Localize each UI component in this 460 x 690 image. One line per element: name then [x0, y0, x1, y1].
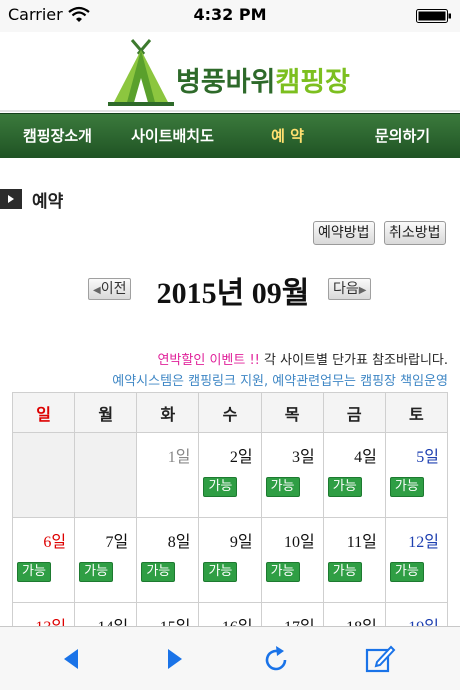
- nav-contact[interactable]: 문의하기: [345, 114, 460, 158]
- calendar-empty-cell: [11, 432, 76, 518]
- next-month-label: 다음: [333, 281, 359, 297]
- calendar-week-row: 6일 가능 7일 가능 8일 가능 9일 가능 10일 가능 11일 가능 12일 가능: [11, 517, 449, 603]
- event-label: 연박할인 이벤트 !!: [157, 353, 260, 368]
- day-number: 12일: [408, 534, 439, 551]
- day-number: 10일: [283, 534, 315, 551]
- weekday-header-row: 일 월 화 수 목 금 토: [11, 392, 449, 433]
- weekday-thu: 목: [260, 392, 324, 433]
- available-button[interactable]: 가능: [79, 562, 114, 582]
- weekday-wed: 수: [198, 392, 262, 433]
- day-number: 3일: [291, 449, 315, 466]
- how-to-reserve-button[interactable]: 예약방법: [313, 221, 375, 245]
- section-title: 예약: [32, 191, 64, 212]
- calendar-day-cell: 8일가능: [136, 517, 200, 603]
- day-number: 11일: [346, 534, 377, 551]
- weekday-sat: 토: [384, 392, 449, 433]
- reload-icon[interactable]: [260, 643, 292, 675]
- calendar-day-cell: 4일가능: [322, 432, 386, 518]
- calendar-day-cell: 12일가능: [384, 517, 449, 603]
- main-nav: 캠핑장소개 사이트배치도 예 약 문의하기: [0, 113, 460, 158]
- weekday-fri: 금: [322, 392, 386, 433]
- month-title: 2015년 09월: [156, 277, 310, 310]
- compose-icon[interactable]: [364, 643, 396, 675]
- available-button[interactable]: 가능: [203, 562, 238, 582]
- calendar-day-cell: 2일가능: [198, 432, 262, 518]
- nav-reservation[interactable]: 예 약: [230, 114, 345, 158]
- day-number: 7일: [105, 534, 129, 551]
- available-button[interactable]: 가능: [327, 562, 362, 582]
- day-number: 4일: [354, 449, 377, 466]
- available-button[interactable]: 가능: [265, 562, 300, 582]
- calendar-day-cell: 1일: [136, 432, 200, 518]
- section-bullet-icon: [0, 189, 22, 209]
- status-bar: Carrier 4:32 PM: [0, 0, 460, 32]
- section-heading: 예약: [0, 186, 63, 212]
- calendar-day-cell: 9일가능: [198, 517, 262, 603]
- day-number: 6일: [43, 534, 67, 551]
- available-button[interactable]: 가능: [203, 477, 238, 497]
- forward-arrow-icon[interactable]: [158, 643, 190, 675]
- weekday-mon: 월: [74, 392, 138, 433]
- nav-site-map[interactable]: 사이트배치도: [115, 114, 230, 158]
- prev-triangle-icon: ◀: [93, 285, 101, 296]
- next-month-button[interactable]: 다음▶: [328, 278, 372, 300]
- day-number: 2일: [229, 449, 253, 466]
- available-button[interactable]: 가능: [141, 562, 176, 582]
- prev-month-button[interactable]: ◀이전: [88, 278, 132, 300]
- prev-month-label: 이전: [100, 281, 127, 297]
- clock: 4:32 PM: [193, 5, 267, 24]
- logo-text-main: 병풍바위: [176, 67, 276, 98]
- system-notice: 예약시스템은 캠핑링크 지원, 예약관련업무는 캠핑장 책임운영: [112, 374, 448, 389]
- calendar-week-row: 1일 2일 가능 3일 가능 4일 가능 5일 가능: [11, 432, 449, 518]
- nav-intro[interactable]: 캠핑장소개: [0, 114, 115, 158]
- calendar-day-cell: 3일가능: [260, 432, 324, 518]
- day-number: 8일: [167, 534, 191, 551]
- weekday-sun: 일: [11, 392, 76, 433]
- calendar-day-cell: 5일가능: [384, 432, 449, 518]
- discount-notice: 연박할인 이벤트 !! 각 사이트별 단가표 참조바랍니다.: [157, 349, 448, 368]
- battery-icon: [416, 9, 451, 23]
- available-button[interactable]: 가능: [389, 562, 424, 582]
- browser-toolbar: [0, 626, 460, 690]
- calendar-day-cell: 6일가능: [11, 517, 76, 603]
- day-number: 1일: [167, 449, 191, 466]
- how-to-cancel-button[interactable]: 취소방법: [384, 221, 446, 245]
- calendar-day-cell: 10일가능: [260, 517, 324, 603]
- next-triangle-icon: ▶: [358, 285, 367, 296]
- calendar-empty-cell: [74, 432, 138, 518]
- available-button[interactable]: 가능: [265, 477, 300, 497]
- logo-text-sub: 캠핑장: [275, 67, 350, 98]
- back-arrow-icon[interactable]: [56, 643, 88, 675]
- available-button[interactable]: 가능: [389, 477, 424, 497]
- day-number: 9일: [229, 534, 253, 551]
- weekday-tue: 화: [136, 392, 200, 433]
- available-button[interactable]: 가능: [327, 477, 362, 497]
- notice-text: 각 사이트별 단가표 참조바랍니다.: [259, 353, 448, 368]
- month-navigation: ◀이전 2015년 09월 다음▶: [0, 268, 460, 310]
- calendar-day-cell: 7일가능: [74, 517, 138, 603]
- site-logo[interactable]: 병풍바위캠핑장: [176, 60, 350, 99]
- calendar-day-cell: 11일가능: [322, 517, 386, 603]
- available-button[interactable]: 가능: [17, 562, 51, 582]
- day-number: 5일: [416, 449, 439, 466]
- site-header: 병풍바위캠핑장: [0, 32, 460, 112]
- tent-logo-icon[interactable]: [108, 38, 174, 106]
